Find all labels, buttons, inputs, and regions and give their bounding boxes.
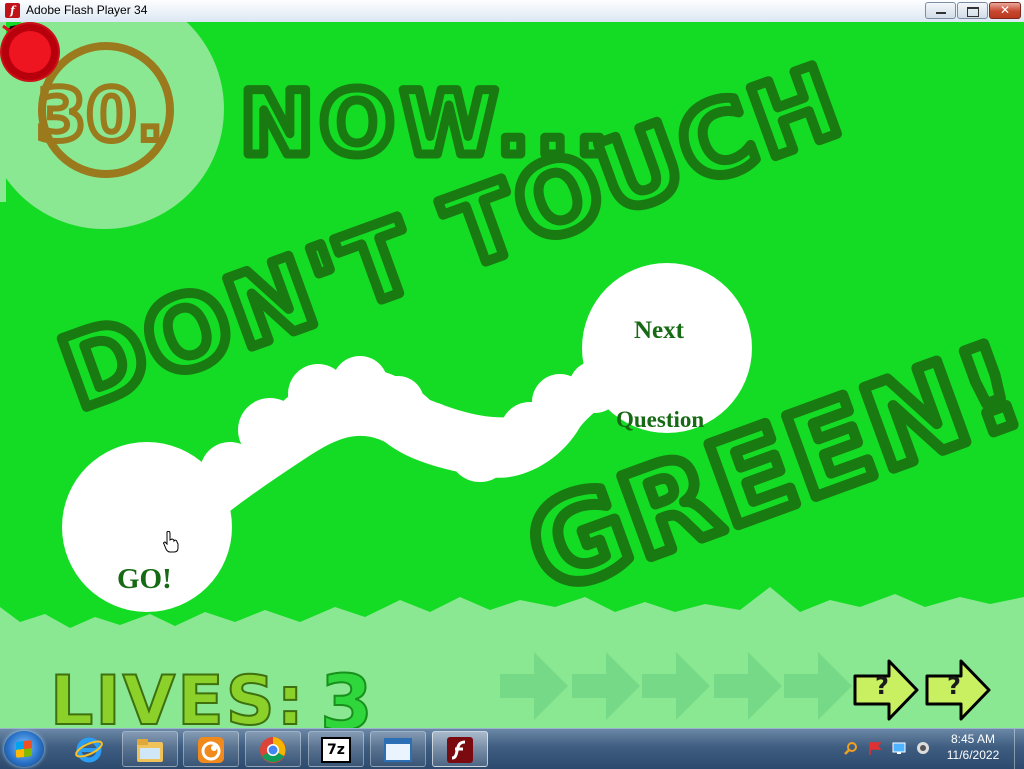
game-stage: 30. NOW... DON'T TOUCH GREEN! GO! Next Q…: [0, 22, 1024, 728]
start-button[interactable]: [4, 731, 44, 767]
internet-explorer-icon: [75, 737, 103, 763]
action-center-flag-icon[interactable]: [868, 741, 882, 755]
window-app-icon: [384, 738, 412, 762]
minimize-icon: [936, 12, 946, 14]
question-label: Question: [616, 407, 705, 432]
restore-button[interactable]: [957, 2, 988, 19]
taskbar-window-app[interactable]: [370, 731, 426, 767]
show-desktop-button[interactable]: [1014, 729, 1024, 769]
taskbar-file-explorer[interactable]: [122, 731, 178, 767]
taskbar-7zip[interactable]: 7z: [308, 731, 364, 767]
clock-time[interactable]: 8:45 AM: [940, 732, 1006, 746]
skip-arrow-mark-1: ?: [875, 672, 889, 700]
taskbar-chrome[interactable]: [245, 731, 301, 767]
flash-player-icon: f: [5, 3, 20, 18]
window-titlebar: f Adobe Flash Player 34 ✕: [0, 0, 1024, 23]
volume-icon[interactable]: [916, 741, 930, 755]
search-icon[interactable]: [844, 741, 858, 755]
close-button[interactable]: ✕: [989, 2, 1021, 19]
clock-date[interactable]: 11/6/2022: [940, 748, 1006, 762]
system-tray: 8:45 AM 11/6/2022: [838, 729, 1024, 769]
taskbar: 7z 8:45 AM 11/6/2022: [0, 728, 1024, 769]
next-question-button[interactable]: [0, 22, 60, 82]
windows-logo-icon: [16, 740, 32, 758]
minimize-button[interactable]: [925, 2, 956, 19]
skip-arrow-mark-2: ?: [947, 672, 961, 700]
lives-count: 3: [319, 657, 374, 728]
level-number: 30.: [36, 73, 164, 157]
restore-icon: [967, 7, 979, 17]
next-label: Next: [634, 317, 684, 344]
hand-cursor-icon: [163, 531, 179, 553]
flash-player-icon: [447, 737, 473, 763]
7zip-icon: 7z: [321, 737, 351, 763]
window-title: Adobe Flash Player 34: [26, 3, 148, 17]
file-explorer-icon: [137, 739, 163, 762]
network-icon[interactable]: [892, 741, 906, 755]
chrome-icon: [260, 737, 286, 763]
uc-browser-icon: [198, 737, 224, 763]
close-icon: ✕: [999, 3, 1011, 17]
go-label: GO!: [117, 563, 172, 595]
taskbar-uc-browser[interactable]: [183, 731, 239, 767]
taskbar-flash-player[interactable]: [432, 731, 488, 767]
lives-label: LIVES:: [49, 661, 306, 728]
game-scene: 30. NOW... DON'T TOUCH GREEN!: [0, 22, 1024, 728]
taskbar-internet-explorer[interactable]: [62, 731, 118, 767]
